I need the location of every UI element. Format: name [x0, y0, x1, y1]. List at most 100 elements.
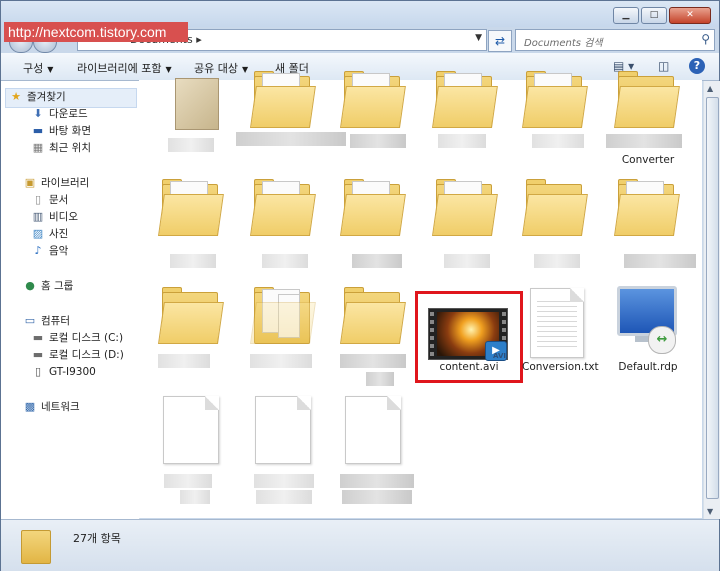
address-dropdown-icon[interactable]: ▼: [475, 33, 482, 43]
nav-pictures-label: 사진: [49, 228, 69, 240]
nav-videos-label: 비디오: [49, 211, 78, 223]
close-icon: ✕: [686, 10, 694, 20]
organize-menu[interactable]: 구성 ▼: [23, 60, 53, 76]
include-library-label: 라이브러리에 포함: [77, 62, 162, 75]
blurred-filename: [170, 254, 216, 268]
chevron-down-icon: ▼: [47, 65, 54, 74]
nav-network[interactable]: ▩ 네트워크: [23, 399, 80, 415]
share-with-menu[interactable]: 공유 대상 ▼: [194, 60, 248, 76]
maximize-button[interactable]: □: [641, 7, 667, 24]
blurred-filename: [180, 490, 210, 504]
blurred-filename: [438, 134, 486, 148]
chevron-down-icon: ▼: [241, 65, 249, 74]
folder-item[interactable]: [340, 70, 406, 128]
default-rdp-label: Default.rdp: [618, 361, 678, 373]
folder-item[interactable]: [340, 178, 406, 236]
desktop-icon: ▬: [32, 124, 44, 137]
phone-icon: ▯: [34, 365, 42, 378]
star-icon: ★: [11, 90, 21, 103]
document-icon[interactable]: [345, 396, 401, 464]
converter-label: Converter: [621, 154, 675, 166]
scroll-down-icon[interactable]: ▼: [707, 507, 713, 516]
blurred-filename: [534, 254, 580, 268]
refresh-button[interactable]: ⇄: [488, 30, 512, 52]
include-library-menu[interactable]: 라이브러리에 포함 ▼: [77, 60, 172, 76]
nav-local-d[interactable]: ▬ 로컬 디스크 (D:): [31, 347, 124, 363]
blurred-filename: [366, 372, 394, 386]
pictures-icon: ▨: [32, 227, 44, 240]
folder-item[interactable]: [432, 70, 498, 128]
folder-item[interactable]: [522, 178, 588, 236]
blurred-filename: [532, 134, 584, 148]
nav-recent-label: 최근 위치: [49, 142, 91, 154]
details-pane: 27개 항목: [1, 519, 719, 571]
blurred-filename: [250, 354, 312, 368]
documents-icon: ▯: [34, 193, 42, 206]
blurred-filename: [158, 354, 210, 368]
folder-item[interactable]: [250, 286, 316, 344]
conversion-txt-icon[interactable]: [530, 288, 584, 358]
folder-item[interactable]: [614, 178, 680, 236]
watermark: http://nextcom.tistory.com: [4, 22, 188, 42]
folder-item[interactable]: [158, 286, 224, 344]
recent-places-icon: ▦: [32, 141, 44, 154]
nav-recent[interactable]: ▦ 최근 위치: [31, 140, 91, 156]
nav-videos[interactable]: ▥ 비디오: [31, 209, 78, 225]
homegroup-icon: ●: [25, 279, 35, 292]
nav-favorites[interactable]: ★ 즐겨찾기: [9, 89, 66, 105]
blurred-filename: [340, 474, 414, 488]
nav-computer-label: 컴퓨터: [41, 315, 70, 327]
share-with-label: 공유 대상: [194, 62, 238, 75]
scroll-thumb[interactable]: [706, 97, 719, 499]
close-button[interactable]: ✕: [669, 7, 711, 24]
nav-documents-label: 문서: [49, 194, 69, 206]
search-box[interactable]: Documents 검색 ⚲: [515, 29, 715, 51]
folder-item[interactable]: [250, 178, 316, 236]
search-placeholder: Documents 검색: [524, 38, 603, 49]
nav-computer[interactable]: ▭ 컴퓨터: [23, 313, 70, 329]
folder-item[interactable]: [614, 70, 680, 128]
drive-icon: ▬: [32, 348, 44, 361]
nav-desktop[interactable]: ▬ 바탕 화면: [31, 123, 91, 139]
item-count: 27개 항목: [73, 532, 121, 545]
minimize-button[interactable]: ▁: [613, 7, 639, 24]
image-file-thumbnail[interactable]: [175, 78, 219, 130]
nav-homegroup[interactable]: ● 홈 그룹: [23, 278, 73, 294]
conversion-txt-label: Conversion.txt: [522, 361, 599, 373]
scroll-up-icon[interactable]: ▲: [707, 84, 713, 93]
folder-item[interactable]: [340, 286, 406, 344]
document-icon[interactable]: [163, 396, 219, 464]
vertical-scrollbar[interactable]: ▲ ▼: [703, 81, 720, 519]
folder-item[interactable]: [250, 70, 316, 128]
folder-item[interactable]: [158, 178, 224, 236]
nav-desktop-label: 바탕 화면: [49, 125, 91, 137]
nav-music[interactable]: ♪ 음악: [31, 243, 68, 259]
text-lines: [537, 297, 577, 347]
nav-libraries[interactable]: ▣ 라이브러리: [23, 175, 90, 191]
organize-label: 구성: [23, 62, 44, 75]
nav-favorites-label: 즐겨찾기: [27, 91, 66, 103]
blurred-filename: [444, 254, 490, 268]
nav-local-c[interactable]: ▬ 로컬 디스크 (C:): [31, 330, 123, 346]
folder-item[interactable]: [522, 70, 588, 128]
videos-icon: ▥: [32, 210, 44, 223]
nav-downloads-label: 다운로드: [49, 108, 88, 120]
nav-downloads[interactable]: ⬇ 다운로드: [31, 106, 88, 122]
document-icon[interactable]: [255, 396, 311, 464]
nav-documents[interactable]: ▯ 문서: [31, 192, 68, 208]
folder-item[interactable]: [432, 178, 498, 236]
blurred-filename: [256, 490, 312, 504]
search-icon[interactable]: ⚲: [701, 32, 710, 46]
blurred-filename: [254, 474, 314, 488]
help-icon[interactable]: ?: [689, 58, 705, 74]
navigation-pane: ★ 즐겨찾기 ⬇ 다운로드 ▬ 바탕 화면 ▦ 최근 위치 ▣ 라이브러리 ▯ 문서 ▥ 비디…: [1, 81, 140, 519]
nav-pictures[interactable]: ▨ 사진: [31, 226, 69, 242]
blurred-filename: [342, 490, 412, 504]
nav-device[interactable]: ▯ GT-I9300: [31, 364, 96, 380]
nav-network-label: 네트워크: [41, 401, 80, 413]
nav-libraries-label: 라이브러리: [41, 177, 90, 189]
music-icon: ♪: [34, 244, 42, 257]
chevron-down-icon: ▼: [165, 65, 172, 74]
blurred-filename: [262, 254, 308, 268]
remote-desktop-icon: ↔: [648, 326, 676, 354]
